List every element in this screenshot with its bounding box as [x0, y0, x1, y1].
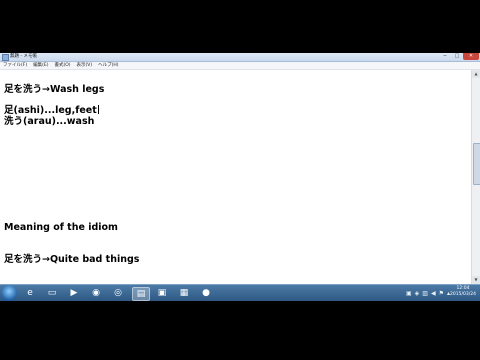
- chrome-icon[interactable]: ◎: [110, 287, 126, 299]
- start-button[interactable]: [1, 285, 17, 301]
- volume-icon[interactable]: ◀: [431, 290, 436, 297]
- capture-app-icon[interactable]: ▦: [176, 287, 192, 299]
- maximize-button[interactable]: □: [451, 53, 463, 60]
- recorder-app-icon[interactable]: ●: [198, 287, 214, 299]
- ime-icon[interactable]: ◈: [415, 290, 420, 297]
- menu-file[interactable]: ファイル(F): [0, 62, 30, 69]
- scroll-up-icon[interactable]: ▲: [472, 70, 480, 78]
- clock[interactable]: 12:04 2015/03/24: [449, 286, 477, 298]
- flag-icon[interactable]: ⚑: [439, 290, 444, 297]
- scroll-thumb[interactable]: [473, 143, 480, 185]
- file-explorer-icon[interactable]: ▭: [44, 287, 60, 299]
- notepad-taskbar-icon[interactable]: ▤: [132, 287, 150, 301]
- notepad-icon: [2, 54, 9, 61]
- firefox-icon[interactable]: ◉: [88, 287, 104, 299]
- menu-bar: ファイル(F) 編集(E) 書式(O) 表示(V) ヘルプ(H): [0, 62, 480, 70]
- window-title: 無題 - メモ帳: [10, 54, 37, 59]
- text-caret: [97, 105, 99, 114]
- text-line-2-content: 足(ashi)...leg,feet: [4, 105, 97, 116]
- desktop-screen: 無題 - メモ帳 ─ □ ✕ ファイル(F) 編集(E) 書式(O) 表示(V)…: [0, 53, 480, 301]
- clock-date: 2015/03/24: [450, 292, 476, 297]
- vertical-scrollbar[interactable]: ▲ ▼: [471, 70, 480, 284]
- window-controls: ─ □ ✕: [439, 53, 479, 60]
- text-line-2: 足(ashi)...leg,feet: [4, 105, 99, 116]
- system-tray: ▣ ◈ ▥ ◀ ⚑ ▴: [406, 288, 450, 298]
- menu-format[interactable]: 書式(O): [51, 62, 73, 69]
- text-line-1: 足を洗う→Wash legs: [4, 84, 105, 95]
- text-editor[interactable]: 足を洗う→Wash legs 足(ashi)...leg,feet 洗う(ara…: [0, 70, 472, 284]
- document-app-icon[interactable]: ▣: [154, 287, 170, 299]
- close-button[interactable]: ✕: [463, 53, 479, 60]
- minimize-button[interactable]: ─: [439, 53, 451, 60]
- language-icon[interactable]: ▣: [406, 290, 412, 297]
- taskbar: e ▭ ▶ ◉ ◎ ▤ ▣ ▦ ● ▣ ◈ ▥ ◀ ⚑ ▴ 12:04 2015…: [0, 284, 480, 301]
- text-line-3: 洗う(arau)...wash: [4, 116, 95, 127]
- menu-edit[interactable]: 編集(E): [30, 62, 51, 69]
- text-line-4: Meaning of the idiom: [4, 222, 118, 233]
- network-icon[interactable]: ▥: [422, 290, 428, 297]
- media-player-icon[interactable]: ▶: [66, 287, 82, 299]
- internet-explorer-icon[interactable]: e: [22, 287, 38, 299]
- title-bar[interactable]: 無題 - メモ帳 ─ □ ✕: [0, 53, 480, 62]
- scroll-down-icon[interactable]: ▼: [472, 276, 480, 284]
- text-line-5: 足を洗う→Quite bad things: [4, 254, 140, 265]
- menu-view[interactable]: 表示(V): [74, 62, 96, 69]
- menu-help[interactable]: ヘルプ(H): [95, 62, 121, 69]
